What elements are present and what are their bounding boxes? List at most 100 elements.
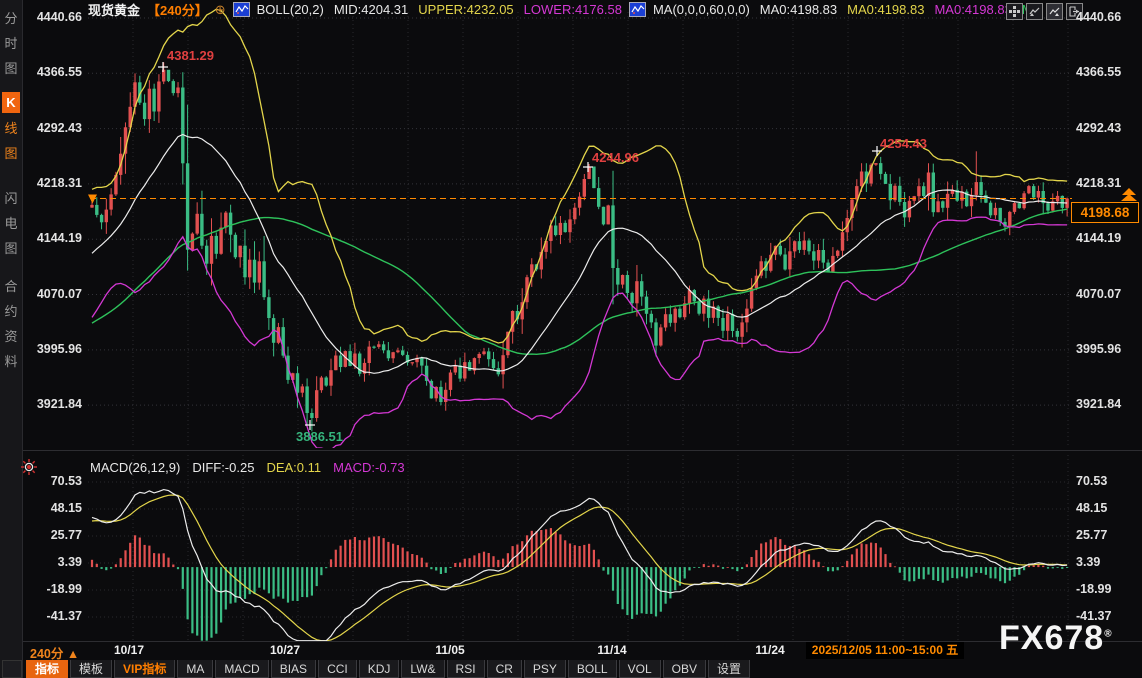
price-annotation-1: 4244.96: [592, 150, 639, 165]
zoom-next-icon[interactable]: [1046, 3, 1063, 20]
toolbar-button-vol[interactable]: VOL: [619, 660, 661, 678]
symbol-name: 现货黄金: [88, 0, 140, 19]
macd-axis-label: -18.99: [1076, 582, 1128, 596]
sidebar-item-time-chart[interactable]: 分时图: [0, 6, 22, 81]
indicator-toolbar: 指标模板VIP指标MAMACDBIASCCIKDJLW&RSICRPSYBOLL…: [26, 660, 752, 678]
collapse-icon[interactable]: ⊕: [215, 3, 226, 16]
macd-axis-label: 48.15: [30, 501, 82, 515]
macd-legend: MACD(26,12,9) DIFF:-0.25 DEA:0.11 MACD:-0.7…: [90, 460, 405, 475]
sidebar-tab-char: 闪: [0, 186, 22, 211]
sidebar-tab-char: 图: [0, 56, 22, 81]
macd-axis-label: 3.39: [30, 555, 82, 569]
toolbar-button-indicator[interactable]: 指标: [26, 660, 68, 678]
sidebar-tab-char: 料: [0, 349, 22, 374]
macd-axis-label: 25.77: [30, 528, 82, 542]
macd-value-2: DEA:0.11: [266, 460, 321, 475]
price-axis-label: 4070.07: [1076, 287, 1128, 301]
toolbar-button-bias[interactable]: BIAS: [271, 660, 316, 678]
toolbar-button-ma[interactable]: MA: [177, 660, 213, 678]
boll-indicator-icon: [233, 2, 250, 17]
candlestick-chart[interactable]: [0, 0, 1142, 678]
sidebar-tab-char: 图: [0, 141, 22, 166]
boll-legend-values: BOLL(20,2) MID:4204.31 UPPER:4232.05 LOWER:…: [257, 2, 622, 17]
toolbar-button-rsi[interactable]: RSI: [447, 660, 485, 678]
macd-axis-label: 48.15: [1076, 501, 1128, 515]
price-annotation-2: 4254.43: [880, 136, 927, 151]
toolbar-button-macd[interactable]: MACD: [215, 660, 268, 678]
sidebar: 分时图K线图闪电图合约资料: [0, 0, 23, 678]
macd-axis-label: -18.99: [30, 582, 82, 596]
macd-axis-label: 3.39: [1076, 555, 1128, 569]
crosshair-icon[interactable]: [1006, 3, 1023, 20]
boll-value-1: MID:4204.31: [334, 2, 408, 17]
sidebar-tab-char: 合: [0, 274, 22, 299]
price-axis-label: 4440.66: [30, 10, 82, 24]
price-axis-label: 4144.19: [1076, 231, 1128, 245]
ma-legend-values: MA(0,0,0,60,0,0)MA0:4198.83MA0:4198.83MA…: [653, 2, 1033, 17]
toolbar-button-cci[interactable]: CCI: [318, 660, 357, 678]
watermark: FX678®: [999, 619, 1113, 658]
price-axis-label: 4218.31: [1076, 176, 1128, 190]
price-annotation-0: 4381.29: [167, 48, 214, 63]
zoom-prev-icon[interactable]: [1026, 3, 1043, 20]
price-axis-label: 4440.66: [1076, 10, 1128, 24]
corner-icon[interactable]: [2, 660, 22, 678]
boll-value-2: UPPER:4232.05: [418, 2, 513, 17]
date-tick: 11/24: [742, 643, 798, 657]
sidebar-item-flash-chart[interactable]: 闪电图: [0, 186, 22, 261]
sidebar-tab-char: 图: [0, 236, 22, 261]
ma-indicator-icon: [629, 2, 646, 17]
macd-value-1: DIFF:-0.25: [192, 460, 254, 475]
ma-value-0: MA(0,0,0,60,0,0): [653, 2, 750, 17]
price-axis-label: 3995.96: [1076, 342, 1128, 356]
macd-axis-label: 25.77: [1076, 528, 1128, 542]
toolbar-button-boll[interactable]: BOLL: [568, 660, 617, 678]
chart-legend: 现货黄金 【240分】 ⊕ BOLL(20,2) MID:4204.31 UPPER…: [88, 1, 1033, 18]
boll-value-0: BOLL(20,2): [257, 2, 324, 17]
macd-axis-label: 70.53: [1076, 474, 1128, 488]
sidebar-tab-char: 资: [0, 324, 22, 349]
boll-value-3: LOWER:4176.58: [524, 2, 622, 17]
macd-value-0: MACD(26,12,9): [90, 460, 180, 475]
date-tick: 11/14: [584, 643, 640, 657]
grid: [23, 12, 1142, 642]
toolbar-button-obv[interactable]: OBV: [663, 660, 706, 678]
period-badge: 【240分】: [147, 0, 208, 19]
chart-toolbar-icons: [1006, 3, 1083, 20]
toolbar-button-lw[interactable]: LW&: [401, 660, 444, 678]
sidebar-tab-char: 分: [0, 6, 22, 31]
ma-value-1: MA0:4198.83: [760, 2, 837, 17]
session-range-label: 2025/12/05 11:00~15:00 五: [806, 642, 964, 659]
price-axis-label: 4366.55: [1076, 65, 1128, 79]
price-axis-label: 4366.55: [30, 65, 82, 79]
macd-value-3: MACD:-0.73: [333, 460, 405, 475]
sidebar-tab-char: 约: [0, 299, 22, 324]
sidebar-tab-char: K: [2, 92, 20, 113]
sidebar-tab-char: 时: [0, 31, 22, 56]
toolbar-button-settings[interactable]: 设置: [708, 660, 750, 678]
price-axis-label: 4292.43: [30, 121, 82, 135]
period-arrow-icon: ▲: [67, 647, 79, 661]
toolbar-button-template[interactable]: 模板: [70, 660, 112, 678]
macd-panel[interactable]: [91, 490, 1068, 641]
ma-value-3: MA0:4198.83: [934, 2, 1011, 17]
price-axis-label: 4218.31: [30, 176, 82, 190]
macd-axis-label: -41.37: [30, 609, 82, 623]
sidebar-item-kline-chart[interactable]: K线图: [0, 92, 22, 166]
toolbar-button-vip-indicator[interactable]: VIP指标: [114, 660, 175, 678]
toolbar-button-kdj[interactable]: KDJ: [359, 660, 400, 678]
toolbar-button-psy[interactable]: PSY: [524, 660, 566, 678]
price-axis-label: 4070.07: [30, 287, 82, 301]
date-tick: 10/27: [257, 643, 313, 657]
sidebar-tab-char: 线: [0, 116, 22, 141]
date-tick: 10/17: [101, 643, 157, 657]
date-tick: 11/05: [422, 643, 478, 657]
price-axis-label: 3921.84: [30, 397, 82, 411]
sidebar-item-contract-info[interactable]: 合约资料: [0, 274, 22, 374]
toolbar-button-cr[interactable]: CR: [487, 660, 522, 678]
last-price-badge: 4198.68: [1071, 202, 1139, 223]
sidebar-tab-char: 电: [0, 211, 22, 236]
price-axis-label: 3921.84: [1076, 397, 1128, 411]
price-annotation-3: 3886.51: [296, 429, 343, 444]
price-axis-label: 3995.96: [30, 342, 82, 356]
